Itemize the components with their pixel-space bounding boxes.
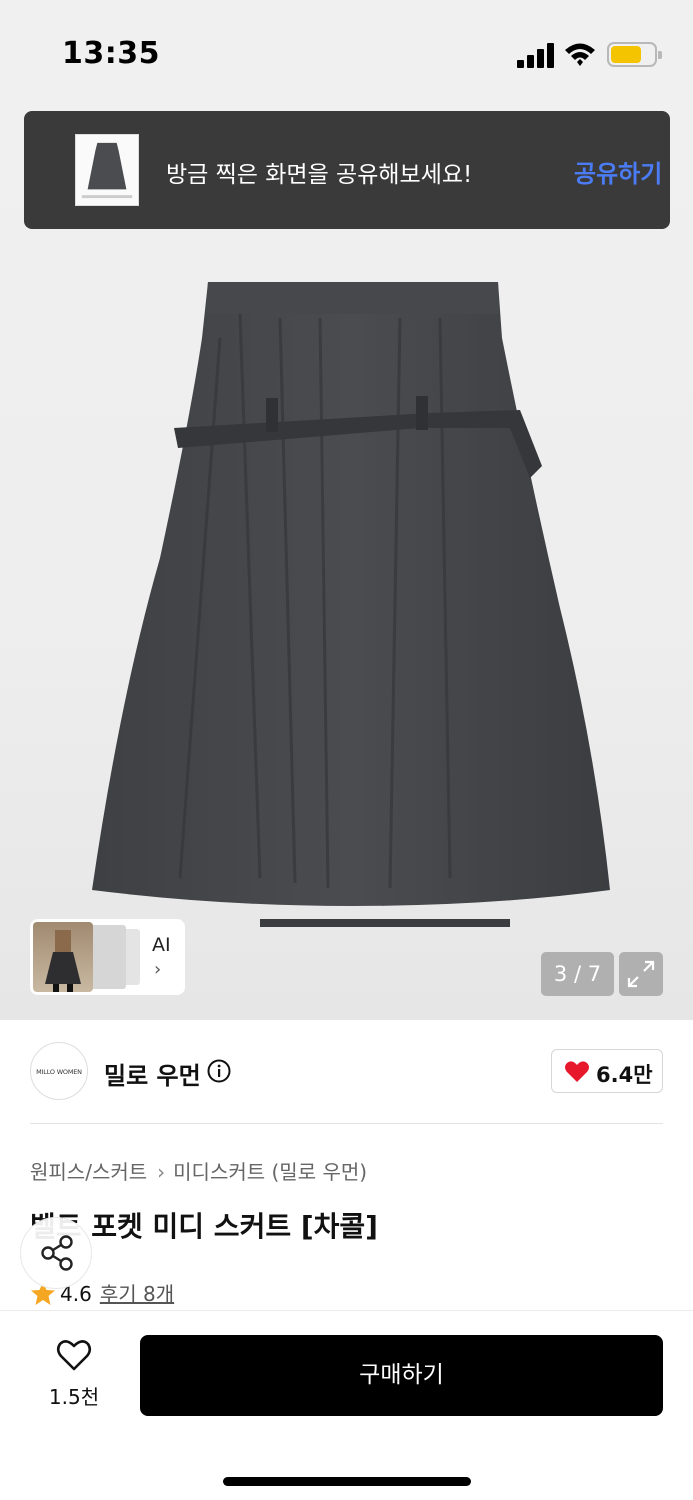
heart-filled-icon: [565, 1061, 589, 1082]
cellular-signal-icon: [517, 42, 555, 68]
heart-outline-icon: [56, 1340, 92, 1371]
ai-photo-thumb: [33, 922, 93, 992]
brand-logo[interactable]: MILLO WOMEN: [30, 1042, 88, 1100]
ai-label: AI: [152, 934, 171, 956]
divider: [30, 1123, 663, 1124]
ai-styling-button[interactable]: AI ›: [30, 919, 185, 995]
brand-like-count: 6.4만: [596, 1063, 653, 1087]
status-time: 13:35: [62, 36, 160, 71]
screenshot-share-toast: 방금 찍은 화면을 공유해보세요! 공유하기: [24, 111, 670, 229]
breadcrumb: 원피스/스커트 › 미디스커트 (밀로 우먼): [30, 1156, 367, 1185]
battery-icon: [607, 42, 662, 67]
bottom-action-bar: 1.5천 구매하기: [0, 1310, 693, 1500]
breadcrumb-separator: ›: [157, 1160, 166, 1184]
wishlist-button[interactable]: 1.5천: [36, 1335, 112, 1415]
screenshot-thumbnail: [75, 134, 139, 206]
brand-like-button[interactable]: 6.4만: [551, 1049, 663, 1093]
image-counter: 3 / 7: [541, 952, 614, 996]
buy-button[interactable]: 구매하기: [140, 1335, 663, 1416]
review-link[interactable]: 후기 8개: [100, 1282, 174, 1306]
breadcrumb-category[interactable]: 원피스/스커트: [30, 1160, 147, 1184]
wifi-icon: [565, 43, 595, 66]
product-image: [92, 282, 610, 927]
breadcrumb-subcategory[interactable]: 미디스커트 (밀로 우먼): [173, 1160, 367, 1184]
expand-icon[interactable]: [619, 952, 663, 996]
chevron-right-icon: ›: [154, 959, 162, 980]
toast-message: 방금 찍은 화면을 공유해보세요!: [166, 162, 473, 188]
home-indicator: [223, 1477, 471, 1486]
info-icon[interactable]: [207, 1059, 231, 1083]
battery-level: [611, 46, 641, 63]
share-button[interactable]: 공유하기: [574, 154, 662, 189]
brand-name[interactable]: 밀로 우먼: [104, 1056, 201, 1091]
wishlist-count: 1.5천: [48, 1385, 100, 1409]
status-bar: 13:35: [0, 0, 693, 100]
share-icon[interactable]: [20, 1217, 92, 1289]
